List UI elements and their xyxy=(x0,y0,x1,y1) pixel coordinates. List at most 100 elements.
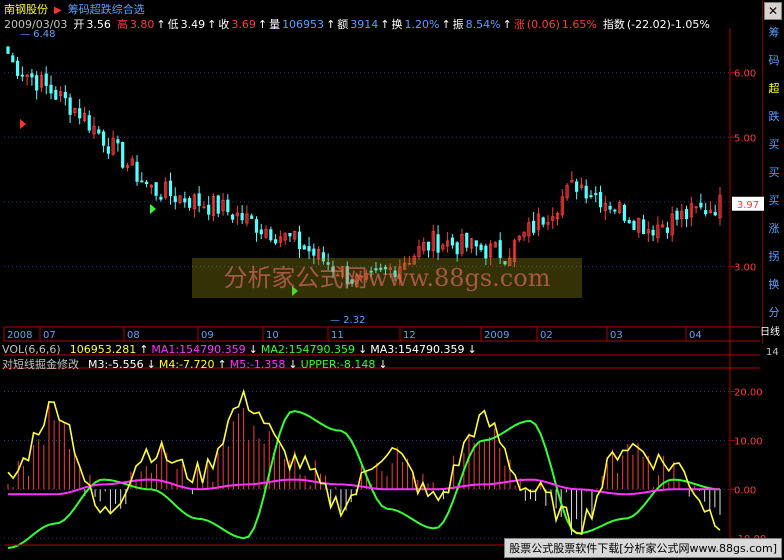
indicator-tick-label: 20.00 xyxy=(734,388,763,399)
candle-body xyxy=(226,199,230,213)
candle-body xyxy=(87,115,91,131)
candle-body xyxy=(187,198,192,208)
candle-body xyxy=(168,180,173,196)
candle-body xyxy=(613,209,617,212)
vol-ma2: MA2:154790.359 xyxy=(260,343,356,356)
candle-body xyxy=(675,210,679,220)
price-tick-label: 6.00 xyxy=(734,69,756,80)
candle-body xyxy=(575,181,579,192)
indicator-side-number: 14 xyxy=(766,347,779,358)
indicator-tick-label: 10.00 xyxy=(734,436,763,447)
candle-body xyxy=(665,227,670,233)
candle-body xyxy=(159,196,163,200)
candle-body xyxy=(632,220,636,230)
candle-body xyxy=(30,73,34,78)
candle-body xyxy=(598,191,603,208)
time-tick-label: 2009 xyxy=(484,330,509,341)
candle-body xyxy=(207,204,211,215)
candle-body xyxy=(307,246,311,252)
candle-body xyxy=(97,129,101,134)
candle-body xyxy=(474,240,478,247)
time-tick-label: 02 xyxy=(540,330,553,341)
candle-body xyxy=(269,229,273,241)
candle-body xyxy=(302,245,306,250)
price-tick-label: 3.00 xyxy=(734,262,756,273)
candle-body xyxy=(240,213,244,221)
vol-ma1: MA1:154790.359 xyxy=(151,343,246,356)
candle-body xyxy=(173,196,177,203)
candle-body xyxy=(297,231,302,250)
candle-body xyxy=(465,232,469,248)
candle-body xyxy=(11,55,15,63)
volume-header: VOL(6,6,6) 106953.281 ↑ MA1:154790.359 ↓… xyxy=(2,343,477,356)
candle-body xyxy=(68,97,72,115)
candle-body xyxy=(589,195,593,197)
m3-line xyxy=(7,388,721,535)
price-tick-label: 5.00 xyxy=(734,133,756,144)
candle-body xyxy=(54,90,58,100)
candle-body xyxy=(44,73,48,86)
down-arrow-icon: ↓ xyxy=(378,358,388,371)
candle-body xyxy=(532,220,536,233)
candle-body xyxy=(135,161,139,182)
candle-body xyxy=(594,193,598,195)
candle-body xyxy=(584,185,588,199)
down-arrow-icon: ↓ xyxy=(467,343,477,356)
candle-body xyxy=(455,242,459,255)
candle-body xyxy=(116,139,120,144)
down-arrow-icon: ↓ xyxy=(358,343,368,356)
candle-body xyxy=(622,204,627,221)
candle-body xyxy=(183,198,187,203)
time-tick-label: 08 xyxy=(127,330,140,341)
candle-body xyxy=(259,229,263,235)
time-tick-label: 11 xyxy=(331,330,344,341)
candle-body xyxy=(608,205,612,210)
candle-body xyxy=(288,232,292,237)
time-tick-label: 2008 xyxy=(7,330,32,341)
candle-body xyxy=(154,182,158,196)
down-arrow-icon: ↓ xyxy=(146,358,156,371)
indicator-m5: M5:-1.358 xyxy=(229,358,286,371)
candle-body xyxy=(713,211,717,216)
indicator-label: 对短线掘金修改 xyxy=(2,358,79,371)
candle-body xyxy=(6,46,10,54)
candle-body xyxy=(651,229,655,236)
buy-signal-icon xyxy=(150,204,156,214)
candle-body xyxy=(216,195,220,214)
candle-body xyxy=(35,75,39,91)
candle-body xyxy=(450,237,455,246)
candle-body xyxy=(106,146,110,154)
current-price-label: 3.97 xyxy=(737,200,759,211)
candle-body xyxy=(144,181,149,185)
time-tick-label: 03 xyxy=(610,330,623,341)
vol-ma3: MA3:154790.359 xyxy=(370,343,465,356)
candle-body xyxy=(230,214,235,220)
up-arrow-icon: ↑ xyxy=(217,358,227,371)
candle-body xyxy=(498,240,502,259)
vol-label: VOL(6,6,6) xyxy=(2,343,61,356)
upper-line xyxy=(7,410,721,549)
candle-body xyxy=(312,248,316,256)
candle-body xyxy=(484,245,488,259)
watermark: 分析家公式网www.88gs.com xyxy=(192,258,582,298)
footer-banner[interactable]: 股票公式股票软件下载[分析家公式网www.88gs.com] xyxy=(504,538,782,558)
candle-body xyxy=(15,60,20,76)
indicator-m3: M3:-5.556 xyxy=(88,358,144,371)
candle-body xyxy=(197,193,201,206)
candle-body xyxy=(627,220,631,224)
up-arrow-icon: ↑ xyxy=(139,343,149,356)
sell-signal-icon xyxy=(20,119,26,129)
candle-body xyxy=(273,239,278,244)
candle-body xyxy=(479,244,483,250)
candle-body xyxy=(250,215,254,219)
candle-body xyxy=(541,217,545,225)
candle-body xyxy=(426,241,431,251)
indicator-m4: M4:-7.720 xyxy=(158,358,215,371)
down-arrow-icon: ↓ xyxy=(288,358,298,371)
candle-body xyxy=(140,180,144,183)
candle-body xyxy=(63,92,67,99)
time-tick-label: 09 xyxy=(201,330,214,341)
indicator-tick-label: 0.00 xyxy=(734,485,756,496)
candle-body xyxy=(684,209,689,220)
time-tick-label: 07 xyxy=(43,330,56,341)
